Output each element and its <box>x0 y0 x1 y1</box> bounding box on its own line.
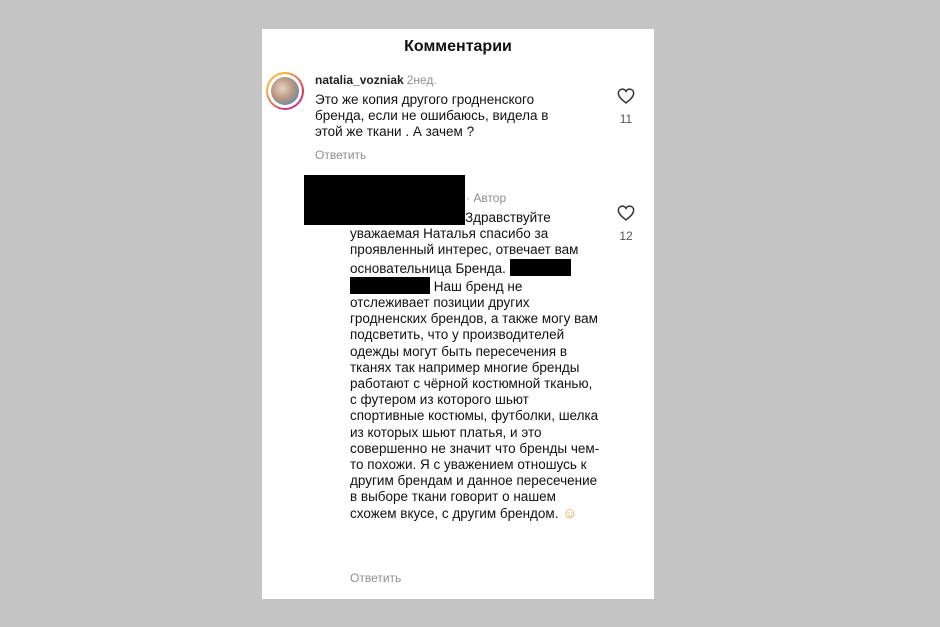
smiling-emoji: ☺ <box>562 504 578 522</box>
reply-button[interactable]: Ответить <box>315 148 366 162</box>
reply-text: Здравствуйте уважаемая Наталья спасибо з… <box>350 210 602 522</box>
comments-panel: Комментарии natalia_vozniak 2нед. Это же … <box>262 29 654 599</box>
reply-text-part: Наш бренд не отслеживает позиции других … <box>350 278 600 521</box>
username-link[interactable]: natalia_vozniak <box>315 73 404 87</box>
page-title: Комментарии <box>404 38 512 55</box>
redacted-inline <box>350 276 430 294</box>
avatar-photo <box>271 77 299 105</box>
heart-icon[interactable] <box>617 205 635 221</box>
comment-text: Это же копия другого гродненского бренда… <box>315 92 549 139</box>
avatar[interactable] <box>266 72 304 110</box>
heart-icon[interactable] <box>617 88 635 104</box>
reply-button[interactable]: Ответить <box>350 571 401 585</box>
comment-time: 2нед. <box>406 73 437 87</box>
like-count: 11 <box>619 112 633 126</box>
like-count: 12 <box>619 229 633 243</box>
author-badge: · Автор <box>466 191 507 205</box>
redacted-inline <box>509 258 571 276</box>
comment-header: natalia_vozniak 2нед. <box>315 73 437 87</box>
